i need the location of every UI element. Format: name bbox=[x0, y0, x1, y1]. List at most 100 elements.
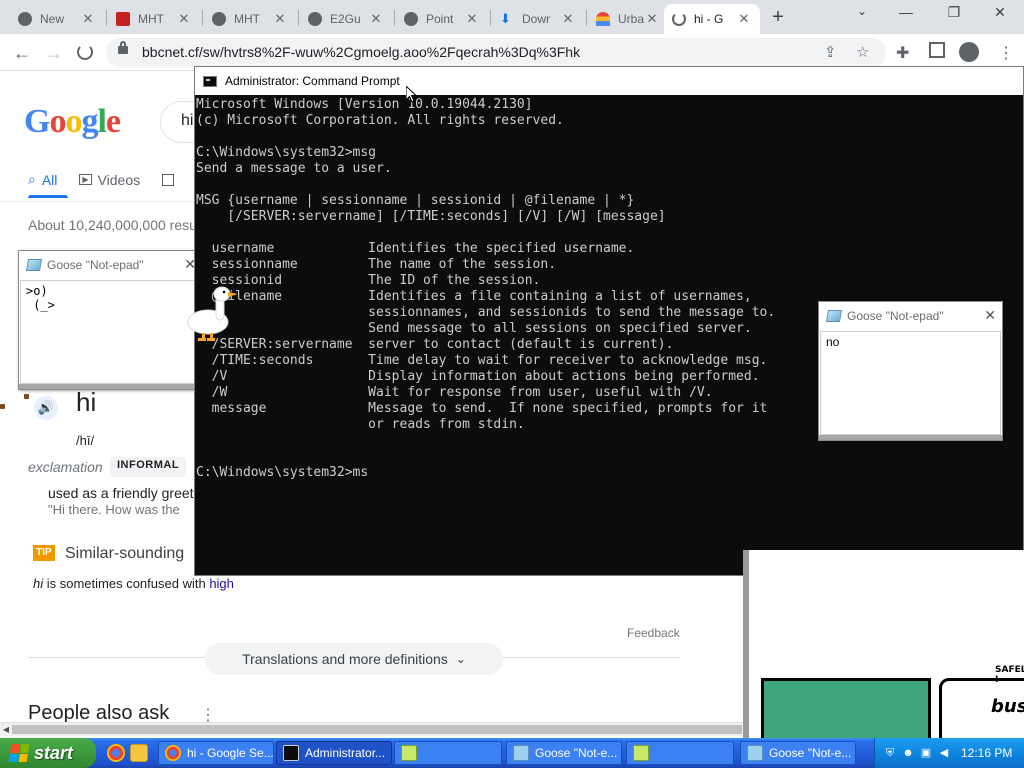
tab-hi-google[interactable]: hi - G ✕ bbox=[664, 4, 760, 34]
scroll-left-icon[interactable]: ◀ bbox=[0, 723, 12, 736]
more-definitions-button[interactable]: Translations and more definitions ⌄ bbox=[205, 643, 503, 675]
close-icon[interactable]: ✕ bbox=[984, 307, 996, 324]
globe-icon bbox=[212, 12, 226, 26]
menu-kebab-icon[interactable]: ⋮ bbox=[998, 43, 1014, 63]
minimize-button[interactable]: — bbox=[886, 4, 926, 26]
cmd-icon bbox=[203, 75, 217, 87]
tab-title: hi - G bbox=[694, 12, 724, 26]
stop-loading-icon[interactable] bbox=[77, 44, 93, 60]
chevron-down-icon: ⌄ bbox=[455, 652, 466, 666]
notepad-icon bbox=[25, 259, 43, 271]
new-tab-button[interactable]: + bbox=[766, 6, 790, 30]
tab-search-icon[interactable]: ⌄ bbox=[842, 4, 882, 26]
horizontal-scrollbar[interactable]: ◀ bbox=[0, 722, 744, 736]
close-icon[interactable]: ✕ bbox=[272, 11, 288, 27]
scrollbar-thumb[interactable] bbox=[12, 725, 742, 734]
side-panel-icon[interactable] bbox=[929, 42, 945, 58]
profile-avatar-icon[interactable] bbox=[959, 42, 979, 62]
desktop-goose-icon[interactable] bbox=[184, 284, 240, 342]
taskbar-button-label: Goose "Not-e... bbox=[535, 746, 618, 760]
console-line: Send a message to a user. bbox=[196, 161, 392, 176]
high-link[interactable]: high bbox=[209, 576, 234, 591]
definition: used as a friendly greet bbox=[48, 485, 194, 501]
google-logo[interactable]: Google bbox=[24, 103, 121, 141]
folder-quicklaunch-icon[interactable] bbox=[130, 744, 148, 762]
volume-icon[interactable]: ◀ bbox=[937, 746, 951, 760]
tab-title: E2Gu bbox=[330, 12, 361, 26]
tab-all[interactable]: ⌕ All bbox=[28, 171, 57, 188]
loading-icon bbox=[672, 12, 686, 26]
window-title: Goose "Not-epad" bbox=[847, 309, 944, 323]
start-label: start bbox=[34, 742, 74, 763]
back-button[interactable]: ← bbox=[9, 40, 35, 66]
notepad-text[interactable]: >o) (_> bbox=[20, 280, 201, 384]
clock[interactable]: 12:16 PM bbox=[961, 746, 1012, 760]
register-badge: INFORMAL bbox=[110, 457, 187, 477]
tab-point[interactable]: Point ✕ bbox=[396, 4, 488, 34]
url-text[interactable]: bbcnet.cf/sw/hvtrs8%2F-wuw%2Cgmoelg.aoo%… bbox=[142, 44, 580, 60]
more-definitions-label: Translations and more definitions bbox=[242, 651, 448, 667]
taskbar-button-app[interactable] bbox=[394, 741, 502, 765]
video-icon: ▶ bbox=[79, 174, 92, 185]
forward-button[interactable]: → bbox=[41, 40, 67, 66]
close-icon[interactable]: ✕ bbox=[644, 11, 660, 27]
close-icon[interactable]: ✕ bbox=[176, 11, 192, 27]
mht-icon bbox=[116, 12, 130, 26]
tab-separator bbox=[106, 10, 107, 26]
comic-image-window[interactable]: SAFELY I busy bbox=[743, 550, 1024, 738]
tab-separator bbox=[586, 10, 587, 26]
notepad-icon bbox=[747, 745, 763, 761]
extensions-icon[interactable]: ✚ bbox=[896, 43, 909, 63]
close-icon[interactable]: ✕ bbox=[464, 11, 480, 27]
globe-icon bbox=[308, 12, 322, 26]
taskbar-button-cmd[interactable]: Administrator... bbox=[276, 741, 392, 765]
lock-icon[interactable] bbox=[118, 41, 128, 54]
console-line: C:\Windows\system32>msg bbox=[196, 145, 377, 160]
console-line: username Identifies the specified userna… bbox=[196, 241, 635, 256]
feedback-link[interactable]: Feedback bbox=[627, 626, 680, 640]
close-window-button[interactable]: ✕ bbox=[980, 4, 1020, 26]
start-button[interactable]: start bbox=[0, 738, 96, 768]
bookmark-star-icon[interactable]: ☆ bbox=[856, 43, 869, 61]
goose-notepad-left[interactable]: Goose "Not-epad" ✕ >o) (_> bbox=[18, 250, 203, 390]
window-titlebar[interactable]: Goose "Not-epad" ✕ bbox=[19, 251, 202, 279]
goose-notepad-right[interactable]: Goose "Not-epad" ✕ no bbox=[818, 301, 1003, 441]
window-titlebar[interactable]: Administrator: Command Prompt bbox=[195, 67, 1023, 95]
tab-downloads[interactable]: ⬇ Dowr ✕ bbox=[492, 4, 584, 34]
user-icon[interactable]: ☻ bbox=[901, 746, 915, 760]
taskbar-button-goose-1[interactable]: Goose "Not-e... bbox=[506, 741, 622, 765]
network-icon[interactable]: ▣ bbox=[919, 746, 933, 760]
tab-videos[interactable]: ▶ Videos bbox=[79, 171, 140, 188]
restore-button[interactable]: ❐ bbox=[934, 4, 974, 26]
address-bar[interactable]: bbcnet.cf/sw/hvtrs8%2F-wuw%2Cgmoelg.aoo%… bbox=[106, 38, 886, 67]
tab-mht-1[interactable]: MHT ✕ bbox=[108, 4, 200, 34]
result-stats: About 10,240,000,000 resu bbox=[28, 217, 197, 233]
taskbar-button-goose-2[interactable]: Goose "Not-e... bbox=[740, 741, 856, 765]
similar-sounding-heading: Similar-sounding bbox=[65, 545, 185, 562]
close-icon[interactable]: ✕ bbox=[80, 11, 96, 27]
tab-urban[interactable]: Urba ✕ bbox=[588, 4, 668, 34]
close-icon[interactable]: ✕ bbox=[368, 11, 384, 27]
chrome-icon bbox=[18, 12, 32, 26]
example-sentence: "Hi there. How was the bbox=[48, 502, 180, 517]
close-icon[interactable]: ✕ bbox=[560, 11, 576, 27]
taskbar-button-chrome[interactable]: hi - Google Se... bbox=[158, 741, 274, 765]
taskbar-button-app[interactable] bbox=[626, 741, 734, 765]
tab-new[interactable]: New ✕ bbox=[10, 4, 104, 34]
system-tray: ⛨ ☻ ▣ ◀ 12:16 PM bbox=[874, 738, 1024, 768]
tab-images[interactable] bbox=[162, 171, 180, 188]
window-titlebar[interactable]: Goose "Not-epad" ✕ bbox=[819, 302, 1002, 330]
speaker-icon[interactable]: 🔊 bbox=[34, 396, 58, 420]
share-icon[interactable]: ⇪ bbox=[824, 43, 837, 61]
chrome-quicklaunch-icon[interactable] bbox=[107, 744, 125, 762]
tab-mht-2[interactable]: MHT ✕ bbox=[204, 4, 296, 34]
close-icon[interactable]: ✕ bbox=[736, 11, 752, 27]
tab-e2gu[interactable]: E2Gu ✕ bbox=[300, 4, 392, 34]
tab-title: Point bbox=[426, 12, 454, 26]
download-icon: ⬇ bbox=[500, 11, 511, 26]
comic-top-area bbox=[749, 550, 1024, 578]
confused-word: hi bbox=[33, 576, 44, 591]
shield-icon[interactable]: ⛨ bbox=[883, 746, 897, 760]
window-border bbox=[819, 435, 1002, 440]
notepad-text[interactable]: no bbox=[820, 331, 1001, 435]
